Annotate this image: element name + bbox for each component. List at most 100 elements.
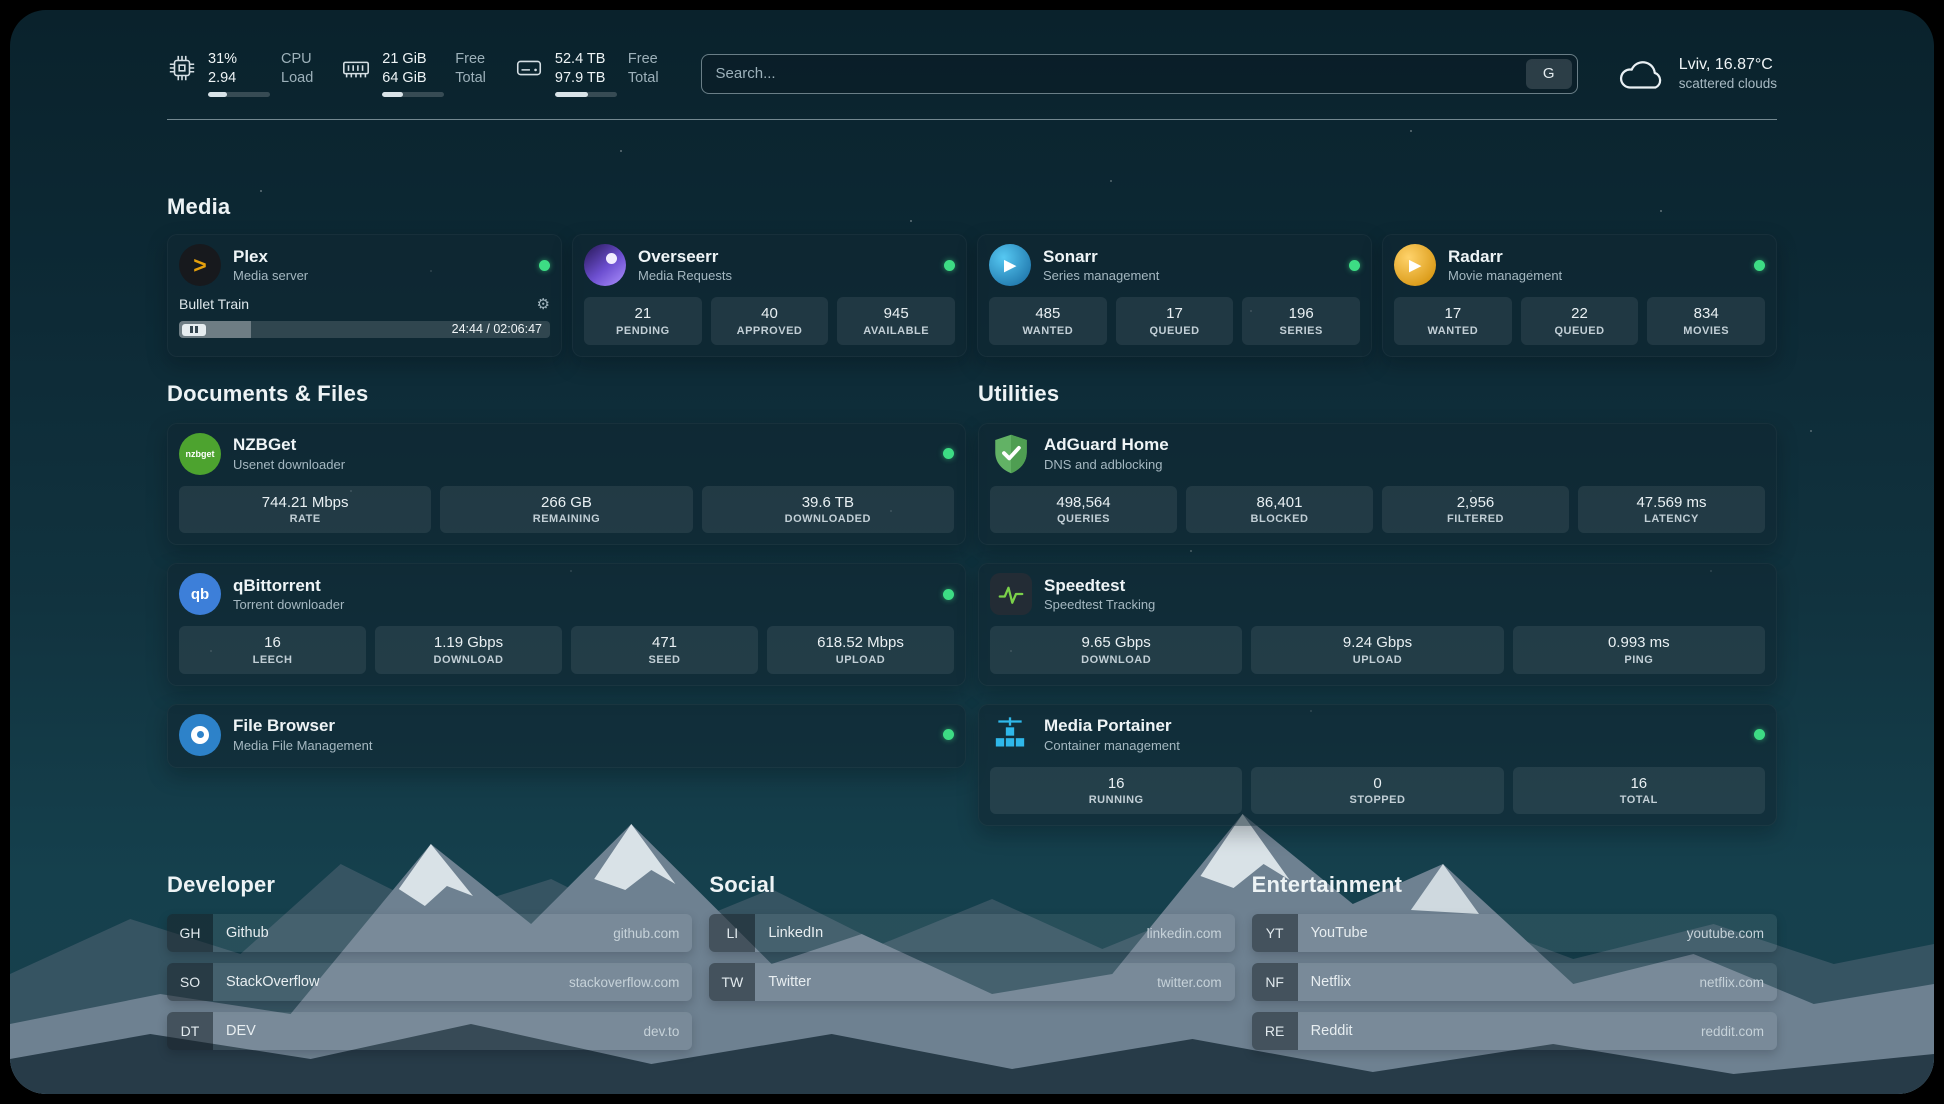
service-name: Speedtest xyxy=(1044,575,1155,596)
status-dot xyxy=(943,448,954,459)
header-divider xyxy=(167,119,1777,120)
service-name: Plex xyxy=(233,246,308,267)
stat-stopped: 0 STOPPED xyxy=(1251,767,1503,815)
search-widget: G xyxy=(701,54,1578,94)
disk-total-value: 97.9 TB xyxy=(555,69,617,88)
bookmark-youtube[interactable]: YT YouTube youtube.com xyxy=(1252,914,1777,952)
gear-icon[interactable]: ⚙ xyxy=(537,295,550,313)
playback-progress-bar[interactable]: 24:44 / 02:06:47 xyxy=(179,321,550,338)
bookmark-url: reddit.com xyxy=(1701,1024,1764,1039)
status-dot xyxy=(943,729,954,740)
overseerr-icon xyxy=(584,244,626,286)
stat-leech: 16 LEECH xyxy=(179,626,366,674)
speedtest-icon xyxy=(990,573,1032,615)
bookmark-url: twitter.com xyxy=(1157,975,1222,990)
memory-free-label: Free xyxy=(455,50,486,69)
stat-ping: 0.993 ms PING xyxy=(1513,626,1765,674)
top-bar: 31% 2.94 CPU Load xyxy=(167,10,1777,97)
service-name: NZBGet xyxy=(233,434,345,455)
service-name: Media Portainer xyxy=(1044,715,1180,736)
cloud-icon xyxy=(1618,57,1666,91)
stat-download: 9.65 Gbps DOWNLOAD xyxy=(990,626,1242,674)
service-name: Radarr xyxy=(1448,246,1562,267)
bookmark-name: Twitter xyxy=(768,974,811,990)
bookmark-url: stackoverflow.com xyxy=(569,975,679,990)
stat-upload: 618.52 Mbps UPLOAD xyxy=(767,626,954,674)
bookmark-abbr: GH xyxy=(167,914,213,952)
service-subtitle: Movie management xyxy=(1448,268,1562,284)
search-provider-button[interactable]: G xyxy=(1526,59,1572,89)
service-card-sonarr[interactable]: ▶ Sonarr Series management 485 WANTED 17… xyxy=(977,234,1372,357)
qbittorrent-icon: qb xyxy=(179,573,221,615)
bookmark-abbr: DT xyxy=(167,1012,213,1050)
bookmark-name: DEV xyxy=(226,1023,256,1039)
disk-bar-fill xyxy=(555,92,588,97)
search-box[interactable]: G xyxy=(701,54,1578,94)
disk-total-label: Total xyxy=(628,69,659,88)
service-card-filebrowser[interactable]: File Browser Media File Management xyxy=(167,704,966,768)
disk-free-value: 52.4 TB xyxy=(555,50,617,69)
bookmark-url: github.com xyxy=(613,926,679,941)
stat-filtered: 2,956 FILTERED xyxy=(1382,486,1569,534)
bookmark-abbr: SO xyxy=(167,963,213,1001)
pause-button[interactable] xyxy=(182,324,206,336)
stat-wanted: 17 WANTED xyxy=(1394,297,1512,345)
stat-queued: 22 QUEUED xyxy=(1521,297,1639,345)
service-card-overseerr[interactable]: Overseerr Media Requests 21 PENDING 40 A… xyxy=(572,234,967,357)
service-card-plex[interactable]: > Plex Media server Bullet Train ⚙ 24:44… xyxy=(167,234,562,357)
weather-location: Lviv, 16.87°C xyxy=(1679,55,1777,76)
weather-widget: Lviv, 16.87°C scattered clouds xyxy=(1618,55,1777,93)
filebrowser-icon xyxy=(179,714,221,756)
cpu-bar-fill xyxy=(208,92,227,97)
bookmark-stackoverflow[interactable]: SO StackOverflow stackoverflow.com xyxy=(167,963,692,1001)
section-title-social: Social xyxy=(709,872,1234,898)
service-name: qBittorrent xyxy=(233,575,344,596)
status-dot xyxy=(1349,260,1360,271)
bookmark-name: Netflix xyxy=(1311,974,1351,990)
stat-pending: 21 PENDING xyxy=(584,297,702,345)
cpu-percent: 31% xyxy=(208,50,270,69)
bookmark-twitter[interactable]: TW Twitter twitter.com xyxy=(709,963,1234,1001)
sonarr-icon: ▶ xyxy=(989,244,1031,286)
stat-rate: 744.21 Mbps RATE xyxy=(179,486,431,534)
bookmark-linkedin[interactable]: LI LinkedIn linkedin.com xyxy=(709,914,1234,952)
memory-bar xyxy=(382,92,444,97)
bookmark-name: StackOverflow xyxy=(226,974,319,990)
service-card-speedtest[interactable]: Speedtest Speedtest Tracking 9.65 Gbps D… xyxy=(978,563,1777,686)
status-dot xyxy=(1754,260,1765,271)
plex-icon: > xyxy=(179,244,221,286)
stat-movies: 834 MOVIES xyxy=(1647,297,1765,345)
service-card-nzbget[interactable]: nzbget NZBGet Usenet downloader 744.21 M… xyxy=(167,423,966,546)
cpu-widget: 31% 2.94 CPU Load xyxy=(167,50,313,97)
stat-queries: 498,564 QUERIES xyxy=(990,486,1177,534)
stat-total: 16 TOTAL xyxy=(1513,767,1765,815)
service-name: File Browser xyxy=(233,715,372,736)
service-subtitle: Media Requests xyxy=(638,268,732,284)
service-name: Overseerr xyxy=(638,246,732,267)
section-title-documents: Documents & Files xyxy=(167,381,966,407)
search-input[interactable] xyxy=(716,65,1526,82)
stat-wanted: 485 WANTED xyxy=(989,297,1107,345)
playback-time: 24:44 / 02:06:47 xyxy=(452,321,542,338)
portainer-icon xyxy=(990,714,1032,756)
bookmark-dev[interactable]: DT DEV dev.to xyxy=(167,1012,692,1050)
bookmark-url: netflix.com xyxy=(1699,975,1764,990)
status-dot xyxy=(944,260,955,271)
bookmark-github[interactable]: GH Github github.com xyxy=(167,914,692,952)
disk-bar xyxy=(555,92,617,97)
service-card-adguard[interactable]: AdGuard Home DNS and adblocking 498,564 … xyxy=(978,423,1777,546)
service-card-qbittorrent[interactable]: qb qBittorrent Torrent downloader 16 LEE… xyxy=(167,563,966,686)
bookmark-netflix[interactable]: NF Netflix netflix.com xyxy=(1252,963,1777,1001)
service-subtitle: Media server xyxy=(233,268,308,284)
cpu-load-label: Load xyxy=(281,69,313,88)
bookmark-reddit[interactable]: RE Reddit reddit.com xyxy=(1252,1012,1777,1050)
memory-total-value: 64 GiB xyxy=(382,69,444,88)
stat-latency: 47.569 ms LATENCY xyxy=(1578,486,1765,534)
bookmark-abbr: YT xyxy=(1252,914,1298,952)
service-subtitle: Torrent downloader xyxy=(233,597,344,613)
documents-column: Documents & Files nzbget NZBGet Usenet d… xyxy=(167,381,966,768)
service-card-radarr[interactable]: ▶ Radarr Movie management 17 WANTED 22 Q… xyxy=(1382,234,1777,357)
service-card-portainer[interactable]: Media Portainer Container management 16 … xyxy=(978,704,1777,827)
cpu-bar xyxy=(208,92,270,97)
bookmark-name: LinkedIn xyxy=(768,925,823,941)
